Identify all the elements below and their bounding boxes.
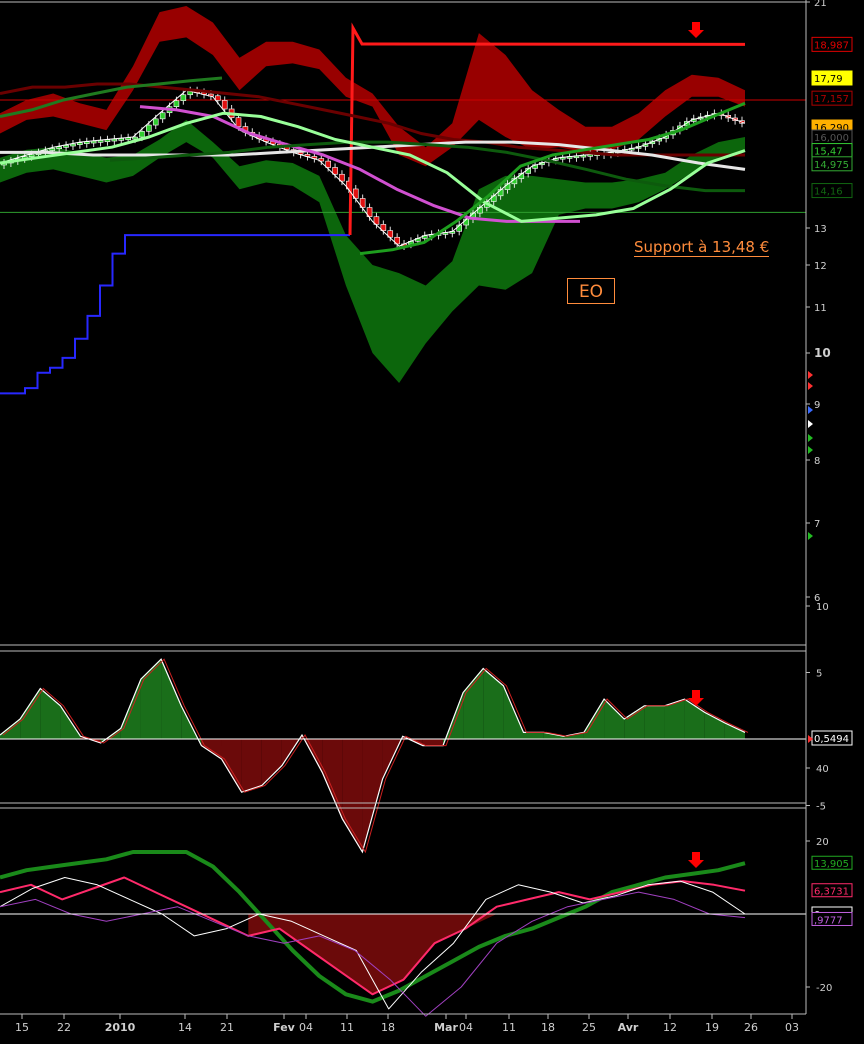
osc1-area-segment bbox=[483, 668, 504, 739]
x-tick-label: 11 bbox=[502, 1021, 516, 1034]
candle-body bbox=[139, 131, 145, 138]
x-tick-label: 15 bbox=[15, 1021, 29, 1034]
candle-body bbox=[215, 95, 221, 101]
side-marker-icon bbox=[808, 382, 813, 390]
osc1-area-segment bbox=[140, 659, 162, 739]
osc1-tick-label: 5 bbox=[816, 669, 822, 680]
x-tick-label: 25 bbox=[582, 1021, 596, 1034]
candle-body bbox=[490, 195, 497, 202]
price-tag-label: 16,000 bbox=[814, 133, 849, 144]
price-tick-label: 21 bbox=[814, 0, 827, 9]
candle-body bbox=[180, 94, 187, 101]
osc2-value-tag: ,9777 bbox=[814, 915, 843, 926]
side-marker-icon bbox=[808, 420, 813, 428]
osc1-area-segment bbox=[221, 739, 242, 793]
osc1-area-segment bbox=[201, 739, 222, 759]
candle-body bbox=[49, 148, 56, 151]
blue-stop-line bbox=[0, 234, 350, 395]
osc2-value-tag: 6,3731 bbox=[814, 887, 849, 898]
x-tick-label: Fev bbox=[273, 1021, 296, 1034]
x-tick-label: 22 bbox=[57, 1021, 71, 1034]
x-tick-label: Avr bbox=[618, 1021, 639, 1034]
x-tick-label: 03 bbox=[785, 1021, 799, 1034]
candle-body bbox=[28, 154, 35, 158]
candle-body bbox=[221, 100, 228, 110]
osc1-area-segment bbox=[362, 739, 383, 853]
oscillator-panel-1: 0,5494 bbox=[0, 658, 853, 854]
osc2-tick-label: -20 bbox=[816, 983, 832, 994]
price-tick-label: 10 bbox=[814, 346, 831, 360]
oscillator-panel-2: 13,9056,37310,,9777 bbox=[0, 850, 853, 1017]
price-tick-label: 8 bbox=[814, 456, 820, 467]
chart-canvas: 0,5494 13,9056,37310,,9777 18,98717,7917… bbox=[0, 0, 853, 1034]
arrow-down-icon bbox=[688, 22, 704, 38]
x-tick-label: 26 bbox=[744, 1021, 758, 1034]
candle-body bbox=[70, 143, 76, 147]
price-tick-label: 13 bbox=[814, 224, 827, 235]
x-tick-label: 12 bbox=[663, 1021, 677, 1034]
x-tick-label: Mar bbox=[434, 1021, 458, 1034]
osc1-area-segment bbox=[40, 688, 61, 739]
candle-body bbox=[56, 146, 62, 150]
price-tick-label: 7 bbox=[814, 519, 820, 530]
osc1-area-segment bbox=[422, 739, 443, 746]
x-tick-label: 04 bbox=[299, 1021, 313, 1034]
x-tick-label: 18 bbox=[381, 1021, 395, 1034]
candle-body bbox=[146, 124, 152, 132]
side-marker-icon bbox=[808, 406, 813, 414]
x-tick-label: 19 bbox=[705, 1021, 719, 1034]
x-tick-label: 14 bbox=[178, 1021, 192, 1034]
x-tick-label: 18 bbox=[541, 1021, 555, 1034]
osc1-area-segment bbox=[624, 705, 645, 739]
candle-body bbox=[152, 118, 159, 126]
x-tick-label: 04 bbox=[459, 1021, 473, 1034]
price-tag-label: 14,975 bbox=[814, 160, 849, 171]
price-tag-label: 17,79 bbox=[814, 74, 843, 85]
price-tag-label: 14,16 bbox=[814, 187, 843, 198]
price-tag-label: 18,987 bbox=[814, 40, 849, 51]
candle-body bbox=[235, 117, 242, 127]
x-tick-label: 2010 bbox=[105, 1021, 136, 1034]
side-marker-icon bbox=[808, 434, 813, 442]
price-tag-label: 17,157 bbox=[814, 94, 849, 105]
candle-body bbox=[63, 145, 69, 148]
osc1-area-segment bbox=[241, 739, 262, 793]
x-tick-label: 21 bbox=[220, 1021, 234, 1034]
osc2-value-tag: 13,905 bbox=[814, 859, 849, 870]
eo-annotation: EO bbox=[567, 278, 615, 304]
osc1-area-segment bbox=[523, 732, 544, 739]
candle-body bbox=[77, 142, 83, 145]
arrow-down-icon bbox=[688, 852, 704, 868]
osc1-tick-label: -5 bbox=[816, 802, 826, 813]
price-tick-label: 12 bbox=[814, 261, 827, 272]
side-marker-icon bbox=[808, 446, 813, 454]
price-tick-label: 11 bbox=[814, 303, 827, 314]
osc2-tick-label: 40 bbox=[816, 764, 829, 775]
osc1-area-segment bbox=[120, 679, 141, 739]
price-panel bbox=[0, 6, 806, 395]
candle-body bbox=[173, 100, 180, 107]
osc2-tick-label: 20 bbox=[816, 837, 829, 848]
osc1-tick-label: 10 bbox=[816, 602, 829, 613]
price-tick-label: 9 bbox=[814, 400, 820, 411]
osc1-area-segment bbox=[463, 668, 484, 739]
support-annotation: Support à 13,48 € bbox=[634, 238, 770, 257]
osc1-area-segment bbox=[604, 699, 625, 739]
side-marker-icon bbox=[808, 532, 813, 540]
candle-body bbox=[159, 112, 166, 120]
osc1-value-tag: 0,5494 bbox=[814, 734, 849, 745]
side-marker-icon bbox=[808, 371, 813, 379]
osc1-area-segment bbox=[644, 705, 665, 739]
x-tick-label: 11 bbox=[340, 1021, 354, 1034]
price-tag-label: 15,47 bbox=[814, 147, 843, 158]
